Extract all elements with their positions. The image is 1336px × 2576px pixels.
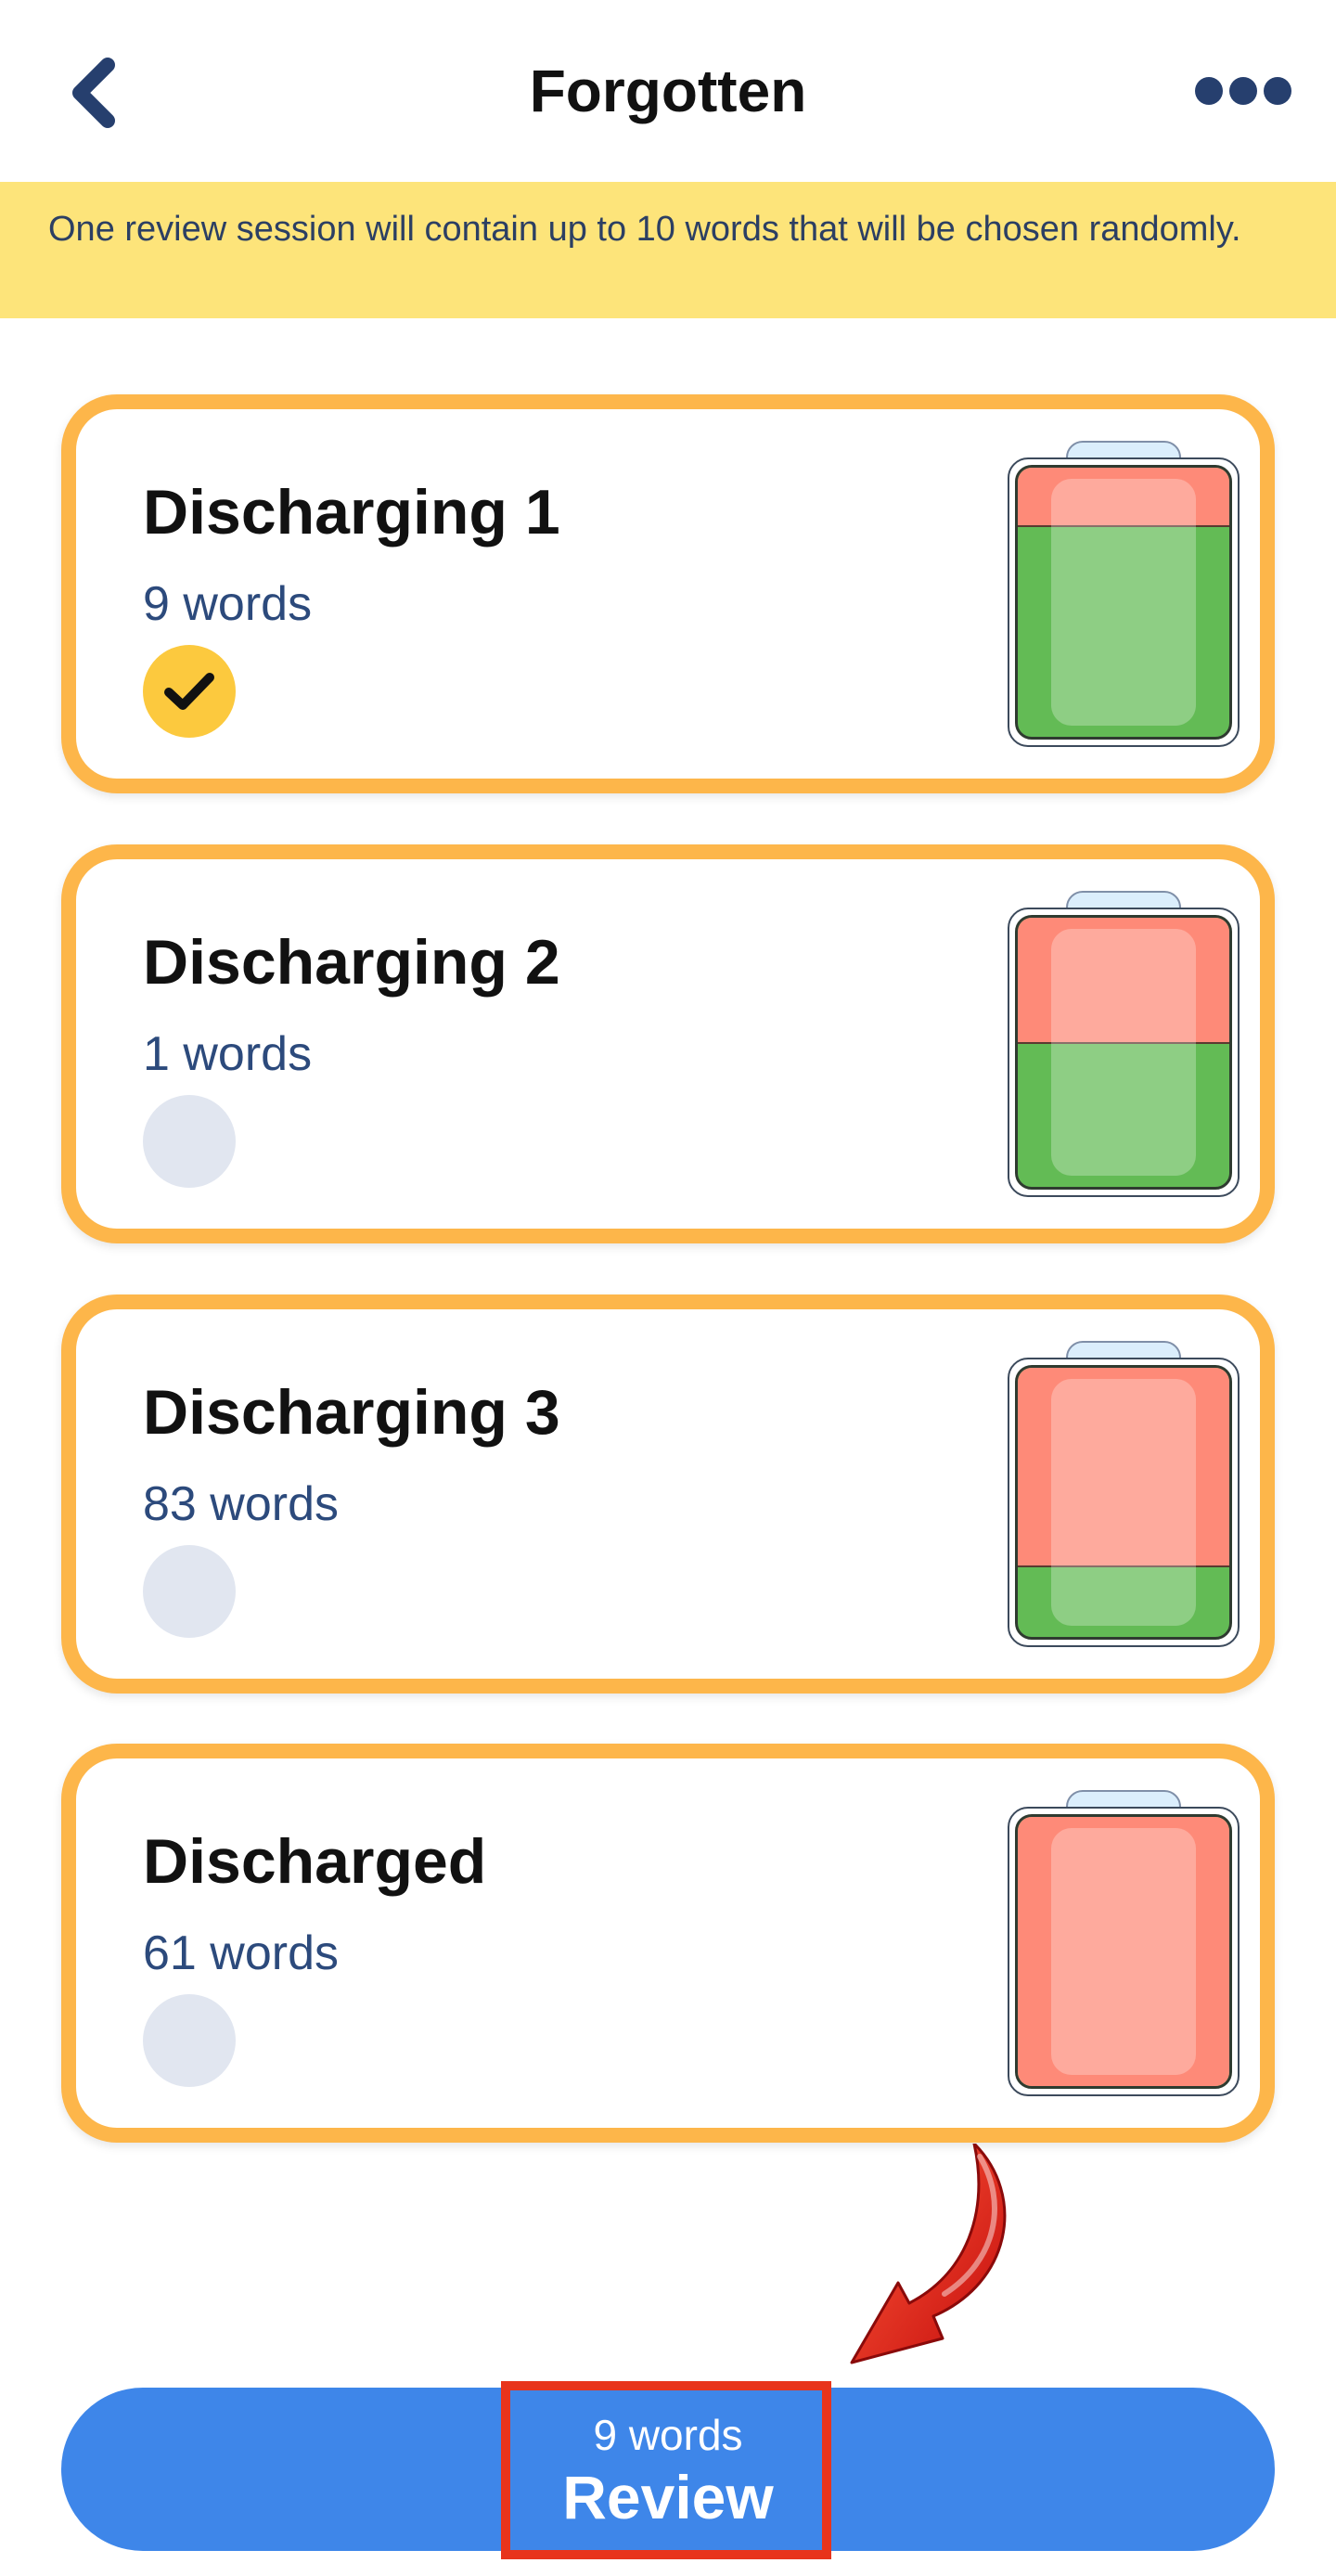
checkmark-icon xyxy=(164,673,214,710)
review-button-label: Review xyxy=(562,2463,774,2531)
more-options-button[interactable] xyxy=(1188,58,1299,124)
battery-icon xyxy=(1008,1341,1240,1647)
info-banner-text: One review session will contain up to 10… xyxy=(48,210,1241,249)
level-select-checkbox[interactable] xyxy=(143,1994,236,2087)
level-card-discharging-2[interactable]: Discharging 2 1 words xyxy=(61,844,1275,1243)
level-word-count: 83 words xyxy=(143,1477,339,1531)
page-title: Forgotten xyxy=(529,58,807,124)
level-card-discharging-1[interactable]: Discharging 1 9 words xyxy=(61,394,1275,793)
level-word-count: 61 words xyxy=(143,1926,339,1980)
level-title: Discharging 1 xyxy=(143,477,560,547)
level-title: Discharging 2 xyxy=(143,927,560,998)
review-word-count: 9 words xyxy=(593,2411,743,2459)
level-word-count: 1 words xyxy=(143,1027,313,1081)
level-title: Discharging 3 xyxy=(143,1377,560,1448)
level-card-discharging-3[interactable]: Discharging 3 83 words xyxy=(61,1294,1275,1694)
battery-icon xyxy=(1008,1790,1240,2096)
review-button[interactable]: 9 words Review xyxy=(61,2388,1275,2551)
level-select-checkbox[interactable] xyxy=(143,1095,236,1188)
level-select-checkbox[interactable] xyxy=(143,1545,236,1638)
info-banner: One review session will contain up to 10… xyxy=(0,182,1336,318)
back-button[interactable] xyxy=(56,51,130,135)
battery-icon xyxy=(1008,891,1240,1197)
battery-icon xyxy=(1008,441,1240,747)
level-card-discharged[interactable]: Discharged 61 words xyxy=(61,1744,1275,2143)
curved-arrow-icon xyxy=(850,2144,1007,2364)
level-word-count: 9 words xyxy=(143,577,313,631)
chevron-left-icon xyxy=(72,58,115,128)
top-bar: Forgotten xyxy=(0,0,1336,182)
level-select-checkbox[interactable] xyxy=(143,645,236,738)
level-title: Discharged xyxy=(143,1826,487,1897)
more-horizontal-icon xyxy=(1195,77,1223,105)
